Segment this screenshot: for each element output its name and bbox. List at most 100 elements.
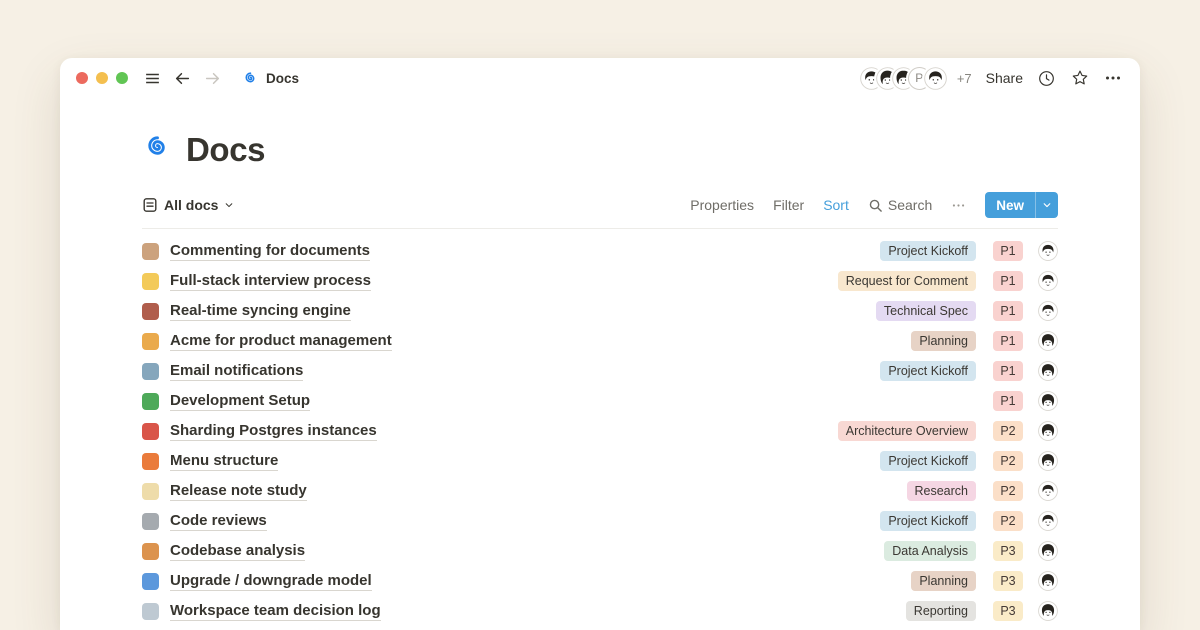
view-selector[interactable]: All docs	[142, 197, 234, 213]
doc-title-link[interactable]: Development Setup	[170, 392, 310, 411]
doc-type-tag[interactable]: Request for Comment	[838, 271, 976, 291]
assignee-avatar[interactable]	[1038, 511, 1058, 531]
doc-title-link[interactable]: Real-time syncing engine	[170, 302, 351, 321]
doc-title-link[interactable]: Upgrade / downgrade model	[170, 572, 372, 591]
doc-row[interactable]: Workspace team decision log Reporting P3	[142, 596, 1058, 626]
priority-badge[interactable]: P2	[993, 451, 1023, 471]
priority-badge[interactable]: P1	[993, 301, 1023, 321]
doc-type-tag[interactable]: Architecture Overview	[838, 421, 976, 441]
doc-row[interactable]: Release note study Research P2	[142, 476, 1058, 506]
properties-button[interactable]: Properties	[690, 197, 754, 213]
doc-type-tag[interactable]: Reporting	[906, 601, 976, 621]
doc-title-link[interactable]: Acme for product management	[170, 332, 392, 351]
hamburger-icon[interactable]	[144, 70, 161, 87]
doc-title-link[interactable]: Code reviews	[170, 512, 267, 531]
doc-row[interactable]: Full-stack interview process Request for…	[142, 266, 1058, 296]
doc-row[interactable]: Codebase analysis Data Analysis P3	[142, 536, 1058, 566]
assignee-avatar[interactable]	[1038, 391, 1058, 411]
priority-badge[interactable]: P1	[993, 331, 1023, 351]
assignee-avatar[interactable]	[1038, 241, 1058, 261]
doc-title-link[interactable]: Workspace team decision log	[170, 602, 381, 621]
minimize-window-button[interactable]	[96, 72, 108, 84]
assignee-avatar[interactable]	[1038, 481, 1058, 501]
carrot-emoji	[142, 453, 159, 470]
clock-history-icon[interactable]	[1037, 69, 1056, 88]
zoom-window-button[interactable]	[116, 72, 128, 84]
doc-type-tag[interactable]: Research	[907, 481, 977, 501]
collaborator-avatar[interactable]	[924, 67, 947, 90]
assignee-avatar[interactable]	[1038, 331, 1058, 351]
new-doc-label[interactable]: New	[985, 192, 1035, 218]
docs-spiral-logo	[142, 132, 173, 168]
filter-button[interactable]: Filter	[773, 197, 804, 213]
doc-row[interactable]: Performance feedback Research P3	[142, 626, 1058, 630]
share-button[interactable]: Share	[986, 70, 1023, 86]
doc-type-tag[interactable]: Project Kickoff	[880, 511, 976, 531]
toolbar-divider	[142, 228, 1058, 229]
priority-badge[interactable]: P2	[993, 421, 1023, 441]
assignee-avatar[interactable]	[1038, 421, 1058, 441]
sort-button[interactable]: Sort	[823, 197, 849, 213]
toolbar-more-icon[interactable]	[951, 198, 966, 213]
doc-type-tag[interactable]: Planning	[911, 571, 976, 591]
doc-row[interactable]: Code reviews Project Kickoff P2	[142, 506, 1058, 536]
doc-title-link[interactable]: Release note study	[170, 482, 307, 501]
doc-type-tag[interactable]: Project Kickoff	[880, 361, 976, 381]
doc-type-tag[interactable]: Project Kickoff	[880, 241, 976, 261]
doc-type-tag[interactable]: Project Kickoff	[880, 451, 976, 471]
doc-row[interactable]: Sharding Postgres instances Architecture…	[142, 416, 1058, 446]
fuel-pump-emoji	[142, 423, 159, 440]
doc-title-link[interactable]: Commenting for documents	[170, 242, 370, 261]
assignee-avatar[interactable]	[1038, 541, 1058, 561]
doc-type-tag[interactable]: Technical Spec	[876, 301, 976, 321]
priority-badge[interactable]: P3	[993, 571, 1023, 591]
assignee-avatar[interactable]	[1038, 451, 1058, 471]
doc-row[interactable]: Commenting for documents Project Kickoff…	[142, 236, 1058, 266]
doc-title-link[interactable]: Menu structure	[170, 452, 278, 471]
doc-title-link[interactable]: Sharding Postgres instances	[170, 422, 377, 441]
priority-badge[interactable]: P1	[993, 391, 1023, 411]
more-options-icon[interactable]	[1104, 69, 1122, 87]
building-construction-emoji	[142, 333, 159, 350]
doc-row[interactable]: Email notifications Project Kickoff P1	[142, 356, 1058, 386]
memo-emoji	[142, 483, 159, 500]
doc-row[interactable]: Menu structure Project Kickoff P2	[142, 446, 1058, 476]
priority-badge[interactable]: P3	[993, 601, 1023, 621]
doc-title-link[interactable]: Full-stack interview process	[170, 272, 371, 291]
priority-badge[interactable]: P2	[993, 481, 1023, 501]
doc-type-tag[interactable]: Planning	[911, 331, 976, 351]
search-button[interactable]: Search	[868, 197, 932, 213]
view-name: All docs	[164, 197, 218, 213]
new-doc-dropdown[interactable]	[1035, 192, 1058, 218]
doc-type-tag[interactable]: Data Analysis	[884, 541, 976, 561]
doc-title-link[interactable]: Codebase analysis	[170, 542, 305, 561]
priority-badge[interactable]: P2	[993, 511, 1023, 531]
docs-spiral-logo-small	[242, 70, 259, 87]
open-book-emoji	[142, 603, 159, 620]
monkey-face-emoji	[142, 243, 159, 260]
close-window-button[interactable]	[76, 72, 88, 84]
doc-row[interactable]: Real-time syncing engine Technical Spec …	[142, 296, 1058, 326]
new-doc-button[interactable]: New	[985, 192, 1058, 218]
assignee-avatar[interactable]	[1038, 361, 1058, 381]
priority-badge[interactable]: P3	[993, 541, 1023, 561]
star-favorite-icon[interactable]	[1070, 68, 1090, 88]
priority-badge[interactable]: P1	[993, 271, 1023, 291]
doc-row[interactable]: Development Setup P1	[142, 386, 1058, 416]
collaborator-avatar-stack[interactable]: P	[860, 67, 947, 90]
delivery-truck-emoji	[142, 393, 159, 410]
priority-badge[interactable]: P1	[993, 241, 1023, 261]
back-arrow-icon[interactable]	[174, 70, 191, 87]
assignee-avatar[interactable]	[1038, 301, 1058, 321]
titlebar-page-title: Docs	[266, 71, 299, 86]
assignee-avatar[interactable]	[1038, 271, 1058, 291]
priority-badge[interactable]: P1	[993, 361, 1023, 381]
doc-row[interactable]: Upgrade / downgrade model Planning P3	[142, 566, 1058, 596]
assignee-avatar[interactable]	[1038, 601, 1058, 621]
doc-title-link[interactable]: Email notifications	[170, 362, 303, 381]
assignee-avatar[interactable]	[1038, 571, 1058, 591]
forward-arrow-icon[interactable]	[204, 70, 221, 87]
titlebar: Docs P +7 Share	[60, 58, 1140, 98]
locomotive-emoji	[142, 303, 159, 320]
doc-row[interactable]: Acme for product management Planning P1	[142, 326, 1058, 356]
